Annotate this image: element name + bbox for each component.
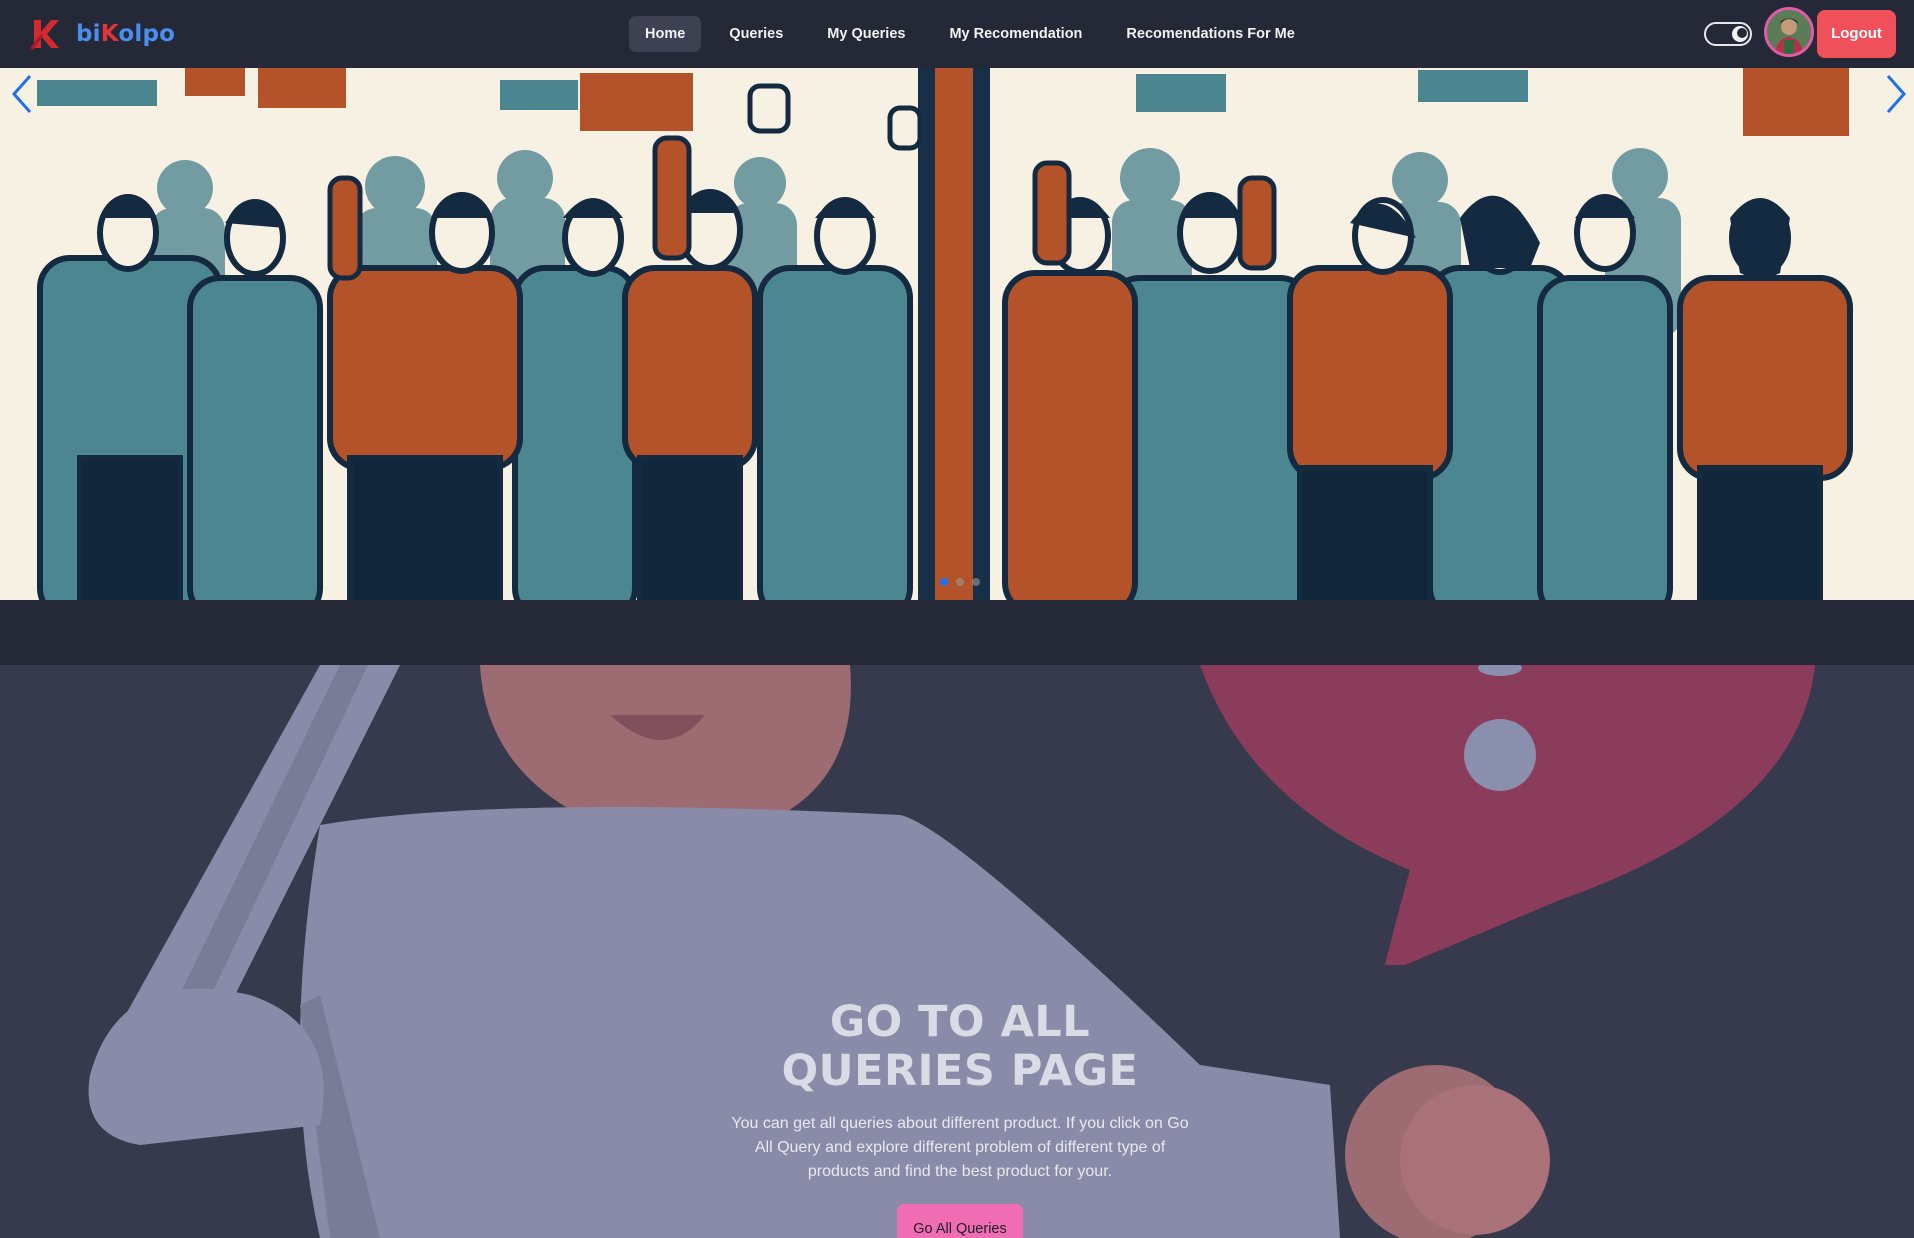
chevron-right-icon[interactable] <box>1876 68 1912 120</box>
avatar[interactable] <box>1764 7 1814 57</box>
theme-toggle[interactable] <box>1704 22 1752 46</box>
k-logo-icon <box>30 20 59 50</box>
carousel-pagination <box>940 578 988 586</box>
navbar: biKolpo Home Queries My Queries My Recom… <box>0 0 1914 68</box>
cta-description: You can get all queries about different … <box>731 1115 1189 1180</box>
nav-recomendations-for-me[interactable]: Recomendations For Me <box>1110 16 1310 52</box>
nav-home[interactable]: Home <box>629 16 702 52</box>
brand-name: biKolpo <box>76 21 176 47</box>
go-all-queries-button[interactable]: Go All Queries <box>897 1204 1023 1238</box>
nav-queries[interactable]: Queries <box>713 16 799 52</box>
carousel-dot[interactable] <box>956 578 964 586</box>
nav-my-recomendation[interactable]: My Recomendation <box>933 16 1098 52</box>
hero-carousel <box>0 68 1914 600</box>
chevron-left-icon[interactable] <box>6 68 42 120</box>
cta-heading: GO TO ALL QUERIES PAGE <box>781 997 1139 1096</box>
brand[interactable]: biKolpo <box>26 14 175 54</box>
carousel-dot[interactable] <box>940 578 948 586</box>
logout-button[interactable]: Logout <box>1817 10 1896 58</box>
main-nav: Home Queries My Queries My Recomendation… <box>629 16 1323 52</box>
nav-my-queries[interactable]: My Queries <box>811 16 921 52</box>
moon-toggle-icon <box>1732 26 1748 42</box>
queries-cta-section: GO TO ALL QUERIES PAGE You can get all qu… <box>0 665 1914 1238</box>
carousel-dot[interactable] <box>972 578 980 586</box>
protest-crowd-illustration <box>0 68 1914 600</box>
section-divider <box>0 600 1914 665</box>
